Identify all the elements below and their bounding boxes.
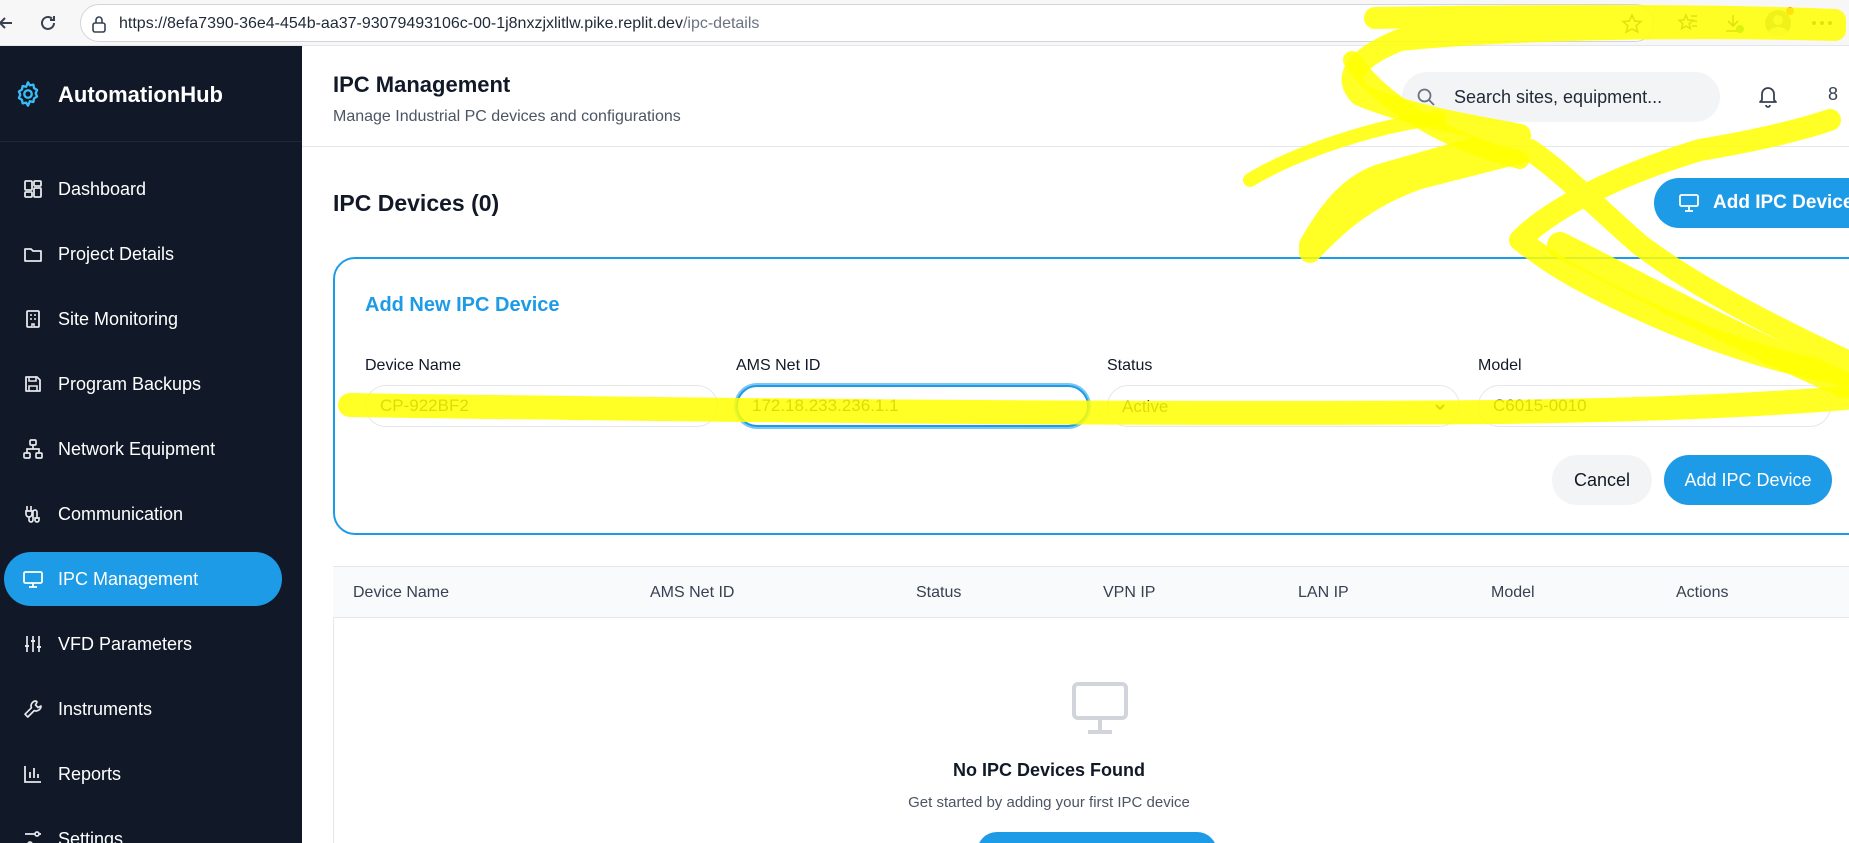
page-header: IPC Management Manage Industrial PC devi…	[302, 46, 1849, 147]
monitor-icon	[1070, 680, 1130, 741]
column-header: LAN IP	[1298, 584, 1349, 601]
sidebar-item-label: IPC Management	[58, 569, 199, 589]
sidebar-item-dashboard[interactable]: Dashboard	[4, 162, 282, 216]
ams-net-id-label: AMS Net ID	[736, 357, 821, 374]
sidebar-item-label: Settings	[58, 829, 124, 843]
status-selected-value: Active	[1122, 397, 1169, 416]
status-select[interactable]: Active	[1107, 385, 1460, 427]
form-title: Add New IPC Device	[365, 294, 560, 316]
device-name-label: Device Name	[365, 357, 462, 374]
sidebar-item-label: Communication	[58, 504, 184, 524]
url-text: https://8efa7390-36e4-454b-aa37-93079493…	[119, 15, 759, 33]
profile-avatar[interactable]	[1764, 7, 1794, 37]
sliders-icon	[22, 633, 44, 655]
address-bar[interactable]: https://8efa7390-36e4-454b-aa37-93079493…	[80, 4, 1654, 42]
sidebar-item-label: Program Backups	[58, 374, 202, 394]
url-host: https://8efa7390-36e4-454b-aa37-93079493…	[119, 15, 683, 32]
browser-toolbar: https://8efa7390-36e4-454b-aa37-93079493…	[0, 0, 1849, 46]
sidebar-item-label: Site Monitoring	[58, 309, 179, 329]
sidebar-item-site-monitoring[interactable]: Site Monitoring	[4, 292, 282, 346]
refresh-icon[interactable]	[34, 9, 62, 37]
empty-state-title: No IPC Devices Found	[952, 760, 1146, 780]
dashboard-icon	[22, 178, 44, 200]
monitor-icon	[22, 568, 44, 590]
sidebar-item-network-equipment[interactable]: Network Equipment	[4, 422, 282, 476]
add-device-form: Add New IPC Device Device Name AMS Net I…	[333, 257, 1849, 535]
page-subtitle: Manage Industrial PC devices and configu…	[333, 108, 681, 125]
add-ipc-device-button[interactable]: Add IPC Device	[1654, 178, 1849, 228]
search-input[interactable]	[1454, 72, 1714, 122]
url-path: /ipc-details	[682, 15, 760, 32]
column-header: Status	[916, 584, 962, 601]
sidebar-item-program-backups[interactable]: Program Backups	[4, 357, 282, 411]
star-icon[interactable]	[1621, 13, 1643, 40]
header-extra-text[interactable]: 8	[1828, 84, 1838, 105]
add-ipc-device-label: Add IPC Device	[1713, 192, 1849, 213]
sidebar: AutomationHub Dashboard Project Details …	[0, 46, 302, 843]
lock-icon	[91, 15, 107, 38]
status-label: Status	[1107, 357, 1153, 374]
table-body-empty-state: No IPC Devices Found Get started by addi…	[333, 618, 1849, 843]
more-icon[interactable]	[1808, 9, 1836, 37]
monitor-icon	[1678, 193, 1700, 218]
sidebar-item-communication[interactable]: Communication	[4, 487, 282, 541]
building-icon	[22, 308, 44, 330]
bar-chart-icon	[22, 763, 44, 785]
sidebar-item-label: VFD Parameters	[58, 634, 193, 654]
submit-add-device-button[interactable]: Add IPC Device	[1664, 455, 1832, 505]
page-title: IPC Management	[333, 72, 511, 97]
model-label: Model	[1478, 357, 1522, 374]
empty-state-description: Get started by adding your first IPC dev…	[908, 794, 1190, 811]
notification-dot	[1786, 7, 1794, 15]
device-name-input[interactable]	[365, 385, 718, 427]
sidebar-item-label: Instruments	[58, 699, 153, 719]
sidebar-item-label: Network Equipment	[58, 439, 216, 459]
chevron-down-icon	[1433, 400, 1447, 419]
bell-icon[interactable]	[1757, 84, 1779, 113]
sidebar-item-reports[interactable]: Reports	[4, 747, 282, 801]
ams-net-id-input[interactable]	[736, 385, 1089, 427]
network-icon	[22, 438, 44, 460]
search-icon	[1416, 87, 1436, 112]
wrench-icon	[22, 698, 44, 720]
column-header: VPN IP	[1103, 584, 1156, 601]
brand-name: AutomationHub	[58, 82, 223, 107]
model-input[interactable]	[1478, 385, 1831, 427]
sidebar-item-settings[interactable]: Settings	[4, 812, 282, 843]
sidebar-item-project-details[interactable]: Project Details	[4, 227, 282, 281]
downloads-icon[interactable]	[1720, 9, 1748, 37]
gear-icon	[14, 80, 42, 113]
column-header: Model	[1491, 584, 1535, 601]
search-bar[interactable]	[1402, 72, 1720, 122]
back-icon[interactable]	[0, 9, 20, 37]
section-title: IPC Devices (0)	[333, 190, 500, 216]
brand[interactable]: AutomationHub	[0, 46, 302, 142]
settings-icon	[22, 828, 44, 843]
sidebar-item-instruments[interactable]: Instruments	[4, 682, 282, 736]
sidebar-item-ipc-management[interactable]: IPC Management	[4, 552, 282, 606]
empty-state-add-button[interactable]	[977, 832, 1217, 843]
column-header: AMS Net ID	[650, 584, 735, 601]
column-header: Device Name	[353, 584, 450, 601]
folder-icon	[22, 243, 44, 265]
cable-icon	[22, 503, 44, 525]
sidebar-item-label: Dashboard	[58, 179, 147, 199]
sidebar-item-label: Reports	[58, 764, 122, 784]
save-icon	[22, 373, 44, 395]
table-header: Device Name AMS Net ID Status VPN IP LAN…	[333, 566, 1849, 618]
favorites-icon[interactable]	[1674, 9, 1702, 37]
sidebar-item-vfd-parameters[interactable]: VFD Parameters	[4, 617, 282, 671]
column-header: Actions	[1676, 584, 1729, 601]
sidebar-item-label: Project Details	[58, 244, 175, 264]
cancel-button[interactable]: Cancel	[1552, 455, 1652, 505]
